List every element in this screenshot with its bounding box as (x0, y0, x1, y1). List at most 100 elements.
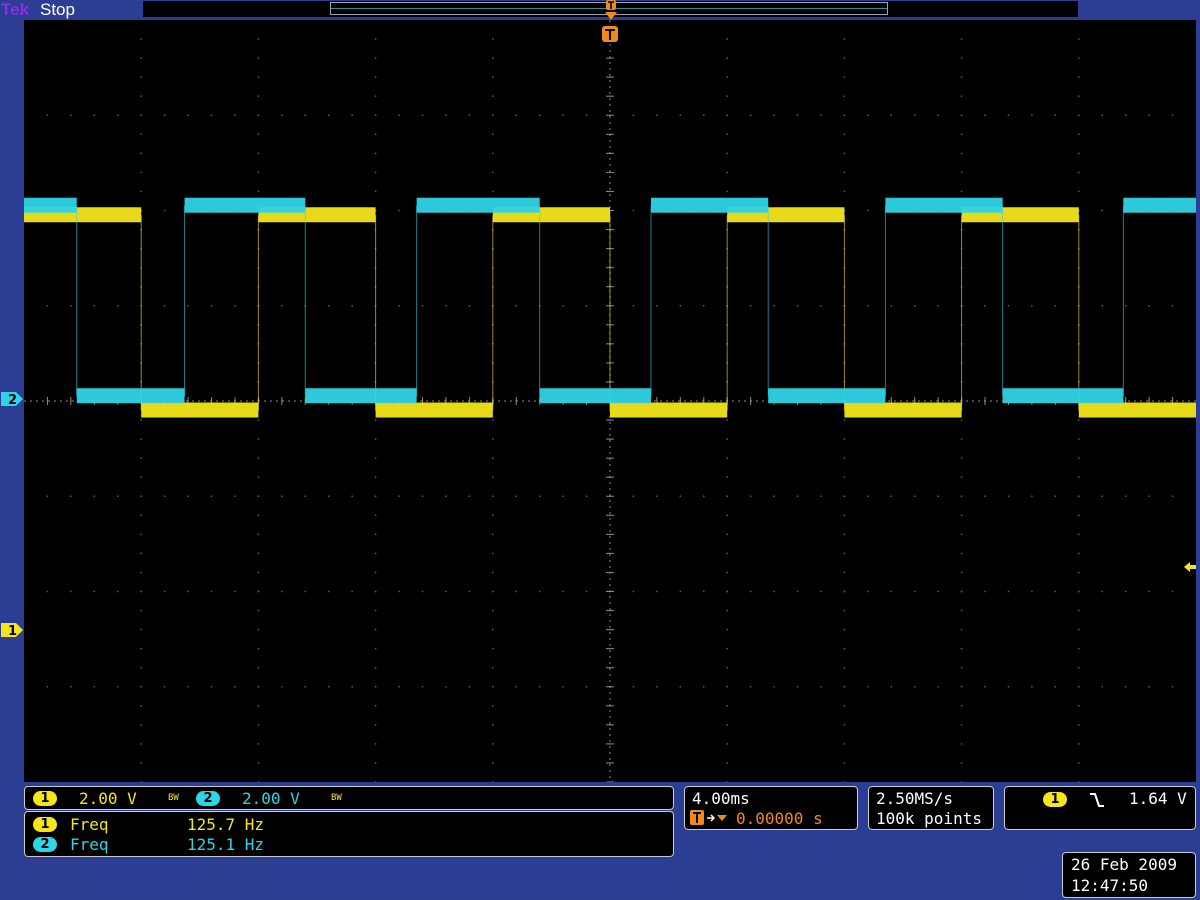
grid-dot (726, 686, 728, 688)
brand-logo: Tek (1, 0, 30, 19)
ch1-low-segment (375, 402, 493, 418)
grid-dot (257, 38, 260, 40)
grid-dot (234, 686, 236, 688)
grid-dot (632, 686, 635, 688)
grid-dot (843, 781, 846, 782)
ch2-ground-marker[interactable]: 2 (0, 390, 24, 408)
grid-dot (1124, 305, 1127, 307)
grid-dot (726, 762, 728, 764)
grid-dot (726, 647, 728, 650)
grid-dot (679, 590, 682, 593)
trigger-readout[interactable]: 1 1.64 V (1004, 786, 1196, 830)
grid-dot (796, 114, 799, 116)
grid-dot (492, 57, 494, 59)
horizontal-readout[interactable]: 4.00ms 0.00000 s (684, 786, 858, 830)
grid-dot (257, 609, 260, 612)
grid-dot (492, 590, 494, 593)
grid-dot (70, 495, 72, 497)
grid-dot (257, 628, 260, 631)
grid-dot (960, 476, 963, 478)
grid-dot (890, 686, 893, 688)
grid-dot (140, 76, 142, 78)
ch2-high-segment (885, 197, 1003, 213)
grid-dot (726, 743, 728, 745)
grid-dot (374, 38, 377, 40)
grid-dot (843, 514, 846, 517)
grid-dot (960, 171, 963, 174)
grid-dot (492, 628, 494, 631)
grid-dot (46, 686, 49, 688)
grid-dot (890, 305, 893, 307)
grid-dot (1054, 686, 1057, 688)
grid-dot (960, 133, 963, 136)
grid-dot (749, 305, 752, 307)
grid-dot (820, 114, 822, 116)
grid-dot (867, 686, 869, 688)
ch2-bw-limit: BW (331, 793, 342, 803)
grid-dot (374, 190, 377, 193)
measurement-readout[interactable]: 1 Freq 125.7 Hz 2 Freq 125.1 Hz (24, 811, 674, 857)
ch1-marker-label: 1 (8, 624, 17, 639)
grid-dot (492, 152, 494, 155)
grid-dot (843, 647, 846, 650)
grid-dot (726, 705, 728, 707)
grid-dot (1124, 590, 1127, 593)
grid-dot (1171, 495, 1174, 497)
grid-dot (1078, 95, 1080, 97)
grid-dot (351, 590, 353, 593)
grid-dot (1078, 705, 1080, 707)
grid-dot (538, 495, 541, 497)
grid-dot (960, 57, 963, 59)
waveform-display[interactable] (24, 20, 1196, 782)
meas2-value: 125.1 Hz (187, 835, 265, 854)
grid-dot (726, 171, 728, 174)
grid-dot (632, 495, 635, 497)
grid-dot (1054, 305, 1057, 307)
grid-dot (1171, 305, 1174, 307)
meas1-value: 125.7 Hz (187, 815, 265, 834)
grid-dot (843, 590, 846, 593)
grid-dot (140, 38, 142, 40)
grid-dot (234, 495, 236, 497)
grid-dot (913, 305, 916, 307)
ch1-ground-marker[interactable]: 1 (0, 621, 24, 639)
grid-dot (1078, 533, 1080, 536)
grid-dot (1078, 628, 1080, 631)
grid-dot (46, 305, 49, 307)
grid-dot (492, 495, 494, 497)
grid-dot (140, 514, 142, 517)
grid-dot (374, 76, 377, 78)
grid-dot (632, 590, 635, 593)
grid-dot (1078, 476, 1080, 478)
grid-dot (492, 762, 494, 764)
grid-dot (374, 57, 377, 59)
ch1-low-segment (610, 402, 728, 418)
grid-dot (257, 686, 260, 688)
grid-dot (1101, 209, 1103, 212)
grid-dot (1007, 590, 1010, 593)
grid-dot (421, 686, 424, 688)
grid-dot (984, 495, 986, 497)
grid-dot (843, 419, 846, 421)
grid-dot (843, 438, 846, 440)
grid-dot (1031, 686, 1033, 688)
grid-dot (1171, 590, 1174, 593)
grid-dot (374, 571, 377, 574)
grid-dot (843, 762, 846, 764)
acquisition-readout[interactable]: 2.50MS/s 100k points (868, 786, 994, 830)
grid-dot (210, 686, 213, 688)
grid-dot (726, 590, 728, 593)
grid-dot (960, 419, 963, 421)
time: 12:47:50 (1071, 876, 1149, 895)
grid-dot (374, 114, 377, 116)
grid-dot (960, 743, 963, 745)
grid-dot (1031, 305, 1033, 307)
grid-dot (93, 114, 96, 116)
grid-dot (304, 686, 307, 688)
grid-dot (726, 495, 728, 497)
grid-dot (726, 419, 728, 421)
vertical-scale-readout[interactable]: 1 2.00 V BW 2 2.00 V BW (24, 786, 674, 810)
trigger-marker (602, 26, 618, 42)
grid-dot (374, 457, 377, 459)
grid-dot (515, 305, 517, 307)
